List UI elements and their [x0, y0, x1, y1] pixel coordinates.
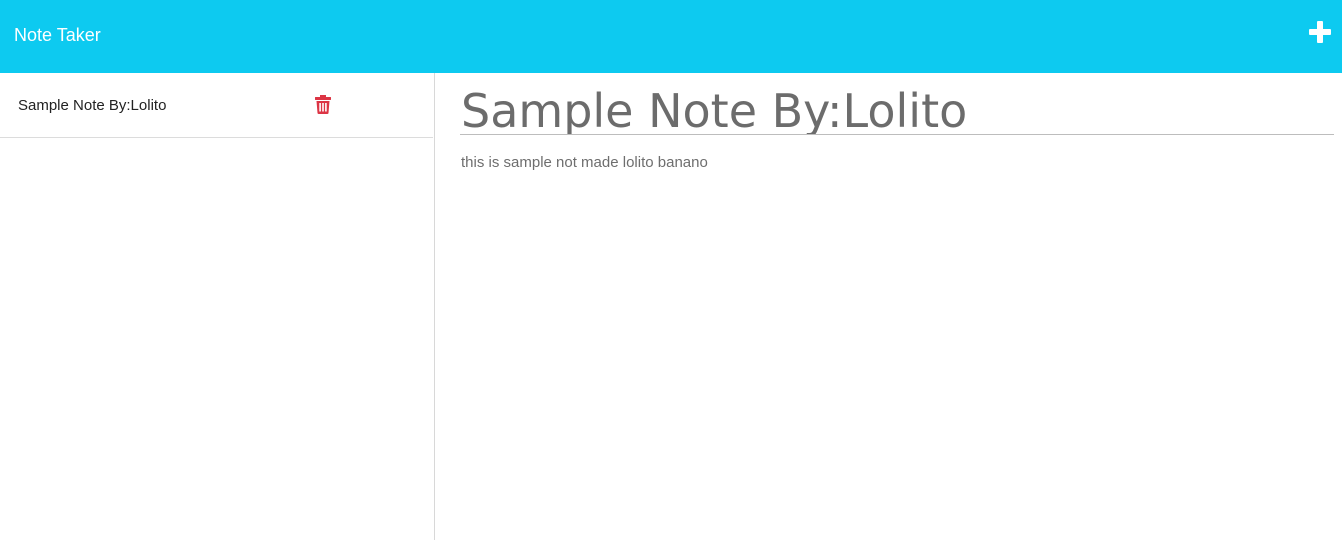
note-list-item[interactable]: Sample Note By:Lolito	[0, 73, 433, 138]
app-root: Note Taker Sample Note By:Lolito Sample …	[0, 0, 1342, 540]
note-body-textarea[interactable]: this is sample not made lolito banano	[460, 153, 1334, 513]
app-title[interactable]: Note Taker	[14, 24, 101, 46]
note-title-input[interactable]	[460, 87, 1334, 135]
navbar: Note Taker	[0, 0, 1342, 73]
new-note-plus-icon[interactable]	[1308, 20, 1332, 44]
note-list: Sample Note By:Lolito	[0, 73, 434, 138]
note-editor: this is sample not made lolito banano	[436, 73, 1342, 540]
notes-sidebar: Sample Note By:Lolito	[0, 73, 435, 540]
note-item-title[interactable]: Sample Note By:Lolito	[18, 97, 166, 115]
trash-icon[interactable]	[315, 95, 331, 114]
